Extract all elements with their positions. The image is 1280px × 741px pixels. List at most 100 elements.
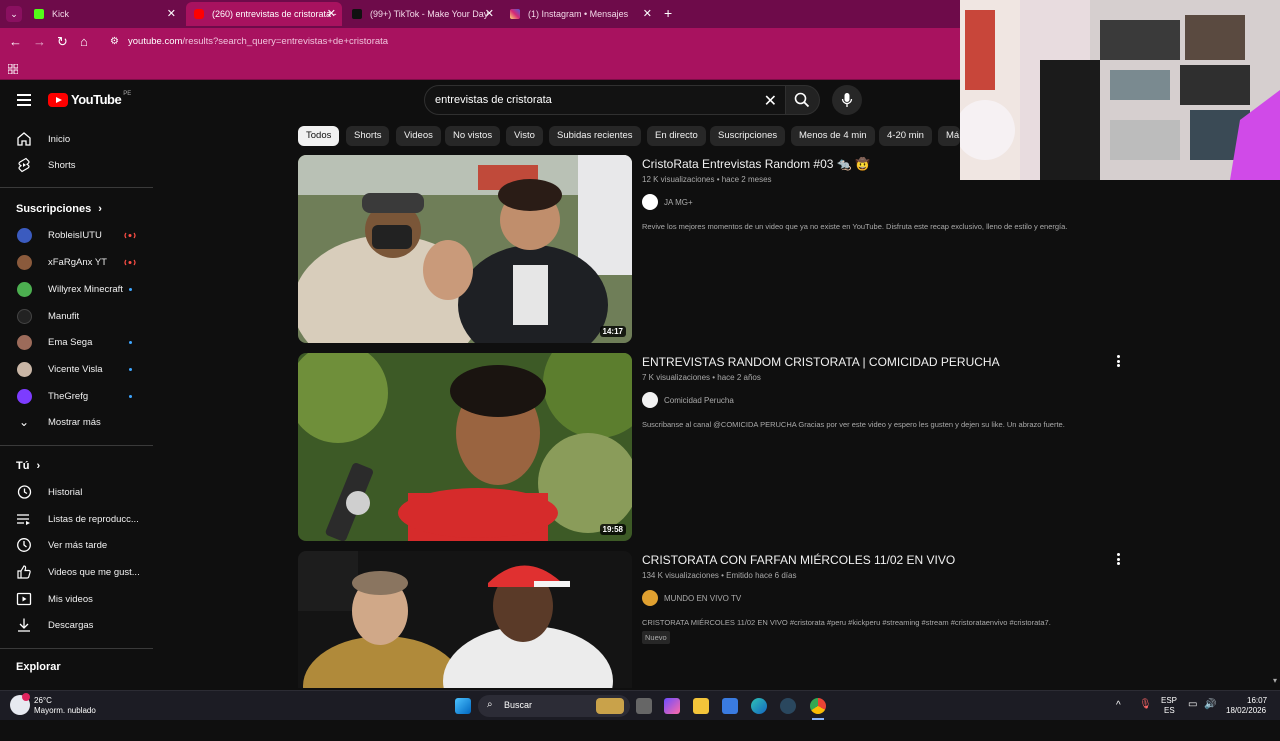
sidebar-item-watch-later[interactable]: Ver más tarde: [0, 533, 160, 559]
instagram-icon: [510, 9, 520, 19]
chip-videos[interactable]: Videos: [396, 126, 441, 146]
sidebar-item-label: TheGrefg: [48, 391, 89, 402]
chip-menos-de-4-min[interactable]: Menos de 4 min: [791, 126, 875, 146]
tab-kick[interactable]: Kick ✕: [26, 2, 182, 26]
avatar: [17, 282, 32, 297]
video-title[interactable]: CristoRata Entrevistas Random #03 🐀 🤠: [642, 157, 870, 171]
voice-search-button[interactable]: [832, 85, 862, 115]
menu-icon[interactable]: [17, 94, 31, 106]
sidebar: Inicio Shorts Suscripciones › RobleisIUT…: [0, 120, 160, 690]
you-heading[interactable]: Tú ›: [16, 460, 40, 472]
video-result[interactable]: 19:58 ENTREVISTAS RANDOM CRISTORATA | CO…: [298, 353, 1128, 543]
store-icon[interactable]: [722, 698, 738, 714]
sidebar-item-label: Manufit: [48, 311, 80, 322]
scrollbar[interactable]: ▾: [1270, 676, 1280, 690]
weather-temp: 26°C: [34, 696, 52, 705]
sidebar-item-label: xFaRgAnx YT: [48, 257, 107, 268]
channel-link[interactable]: JA MG+: [642, 194, 693, 210]
sidebar-item-show-more[interactable]: ⌄ Mostrar más: [0, 410, 160, 436]
clear-search-icon[interactable]: ✕: [764, 91, 777, 111]
site-info-icon[interactable]: ⚙: [110, 36, 119, 47]
tab-youtube[interactable]: (260) entrevistas de cristorata - ✕: [186, 2, 342, 26]
history-icon: [17, 485, 32, 499]
more-options-icon[interactable]: [1114, 355, 1122, 369]
file-explorer-icon[interactable]: [693, 698, 709, 714]
network-icon[interactable]: ▭: [1188, 699, 1197, 710]
steam-icon[interactable]: [780, 698, 796, 714]
sidebar-item-label: Ver más tarde: [48, 540, 108, 551]
sidebar-item-label: Vicente Visla: [48, 364, 103, 375]
copilot-icon[interactable]: [664, 698, 680, 714]
chrome-icon[interactable]: [810, 698, 826, 714]
close-icon[interactable]: ✕: [327, 7, 336, 20]
home-icon[interactable]: ⌂: [80, 34, 88, 49]
sidebar-item-subscription[interactable]: RobleisIUTU: [0, 223, 160, 249]
search-button[interactable]: [786, 85, 820, 115]
clock-time[interactable]: 16:07: [1247, 696, 1267, 705]
reload-icon[interactable]: ↻: [57, 34, 68, 50]
video-thumbnail[interactable]: 14:17: [298, 155, 632, 343]
microphone-icon[interactable]: 🎙: [1139, 699, 1152, 710]
sidebar-item-subscription[interactable]: Manufit: [0, 304, 160, 330]
close-icon[interactable]: ✕: [643, 7, 652, 20]
sidebar-item-inicio[interactable]: Inicio: [0, 127, 160, 153]
volume-icon[interactable]: 🔊: [1204, 699, 1216, 710]
chip-shorts[interactable]: Shorts: [346, 126, 390, 146]
video-meta: 7 K visualizaciones • hace 2 años: [642, 373, 761, 382]
taskbar-search[interactable]: ⌕ Buscar: [478, 695, 630, 717]
search-input[interactable]: entrevistas de cristorata ✕: [424, 85, 786, 115]
forward-icon[interactable]: →: [33, 34, 46, 49]
sidebar-item-liked-videos[interactable]: Videos que me gust...: [0, 560, 160, 586]
video-result[interactable]: 14:17 CristoRata Entrevistas Random #03 …: [298, 155, 1128, 345]
region-code: PE: [123, 90, 132, 97]
chip-visto[interactable]: Visto: [506, 126, 543, 146]
tab-instagram[interactable]: (1) Instagram • Mensajes ✕: [502, 2, 658, 26]
close-icon[interactable]: ✕: [167, 7, 176, 20]
chip-en-directo[interactable]: En directo: [647, 126, 706, 146]
sidebar-item-my-videos[interactable]: Mis videos: [0, 587, 160, 613]
language-sub: ES: [1164, 706, 1175, 715]
url-field[interactable]: youtube.com/results?search_query=entrevi…: [128, 36, 388, 47]
more-options-icon[interactable]: [1114, 553, 1122, 567]
new-content-dot: [129, 368, 132, 371]
sidebar-item-history[interactable]: Historial: [0, 480, 160, 506]
sidebar-item-label: RobleisIUTU: [48, 230, 102, 241]
tab-search-icon[interactable]: ⌄: [6, 6, 22, 22]
chevron-up-icon[interactable]: ^: [1116, 700, 1121, 711]
sidebar-item-subscription[interactable]: Vicente Visla: [0, 357, 160, 383]
video-title[interactable]: ENTREVISTAS RANDOM CRISTORATA | COMICIDA…: [642, 355, 1000, 369]
task-view-icon[interactable]: [636, 698, 652, 714]
chip-no-vistos[interactable]: No vistos: [445, 126, 501, 146]
sidebar-item-downloads[interactable]: Descargas: [0, 613, 160, 639]
sidebar-item-subscription[interactable]: TheGrefg: [0, 384, 160, 410]
chip-todos[interactable]: Todos: [298, 126, 340, 146]
video-title[interactable]: CRISTORATA CON FARFAN MIÉRCOLES 11/02 EN…: [642, 553, 955, 567]
windows-start-icon[interactable]: [455, 698, 471, 714]
sidebar-item-playlists[interactable]: Listas de reproducc...: [0, 507, 160, 533]
search-icon: ⌕: [487, 699, 493, 710]
sidebar-item-subscription[interactable]: Ema Sega: [0, 330, 160, 356]
subscriptions-heading[interactable]: Suscripciones ›: [16, 203, 102, 215]
live-icon: [124, 232, 136, 239]
sidebar-item-shorts[interactable]: Shorts: [0, 153, 160, 179]
edge-icon[interactable]: [751, 698, 767, 714]
video-thumbnail[interactable]: 19:58: [298, 353, 632, 541]
youtube-logo[interactable]: YouTube PE: [48, 90, 132, 107]
back-icon[interactable]: ←: [9, 34, 22, 49]
language-code[interactable]: ESP: [1161, 696, 1177, 705]
chip-suscripciones[interactable]: Suscripciones: [710, 126, 786, 146]
new-tab-button[interactable]: +: [664, 5, 672, 21]
chip-subidas-recientes[interactable]: Subidas recientes: [549, 126, 641, 146]
sidebar-item-subscription[interactable]: Willyrex Minecraft: [0, 277, 160, 303]
sidebar-item-subscription[interactable]: xFaRgAnx YT: [0, 250, 160, 276]
apps-grid-icon[interactable]: [7, 61, 19, 75]
explore-heading: Explorar: [16, 661, 61, 673]
chip-more[interactable]: Má: [938, 126, 960, 146]
close-icon[interactable]: ✕: [485, 7, 494, 20]
sidebar-item-label: Ema Sega: [48, 337, 93, 348]
channel-link[interactable]: Comicidad Perucha: [642, 392, 734, 408]
channel-link[interactable]: MUNDO EN VIVO TV: [642, 590, 741, 606]
chip-4-20-min[interactable]: 4-20 min: [879, 126, 932, 146]
tab-tiktok[interactable]: (99+) TikTok - Make Your Day ✕: [344, 2, 500, 26]
video-thumbnail[interactable]: [298, 551, 632, 688]
